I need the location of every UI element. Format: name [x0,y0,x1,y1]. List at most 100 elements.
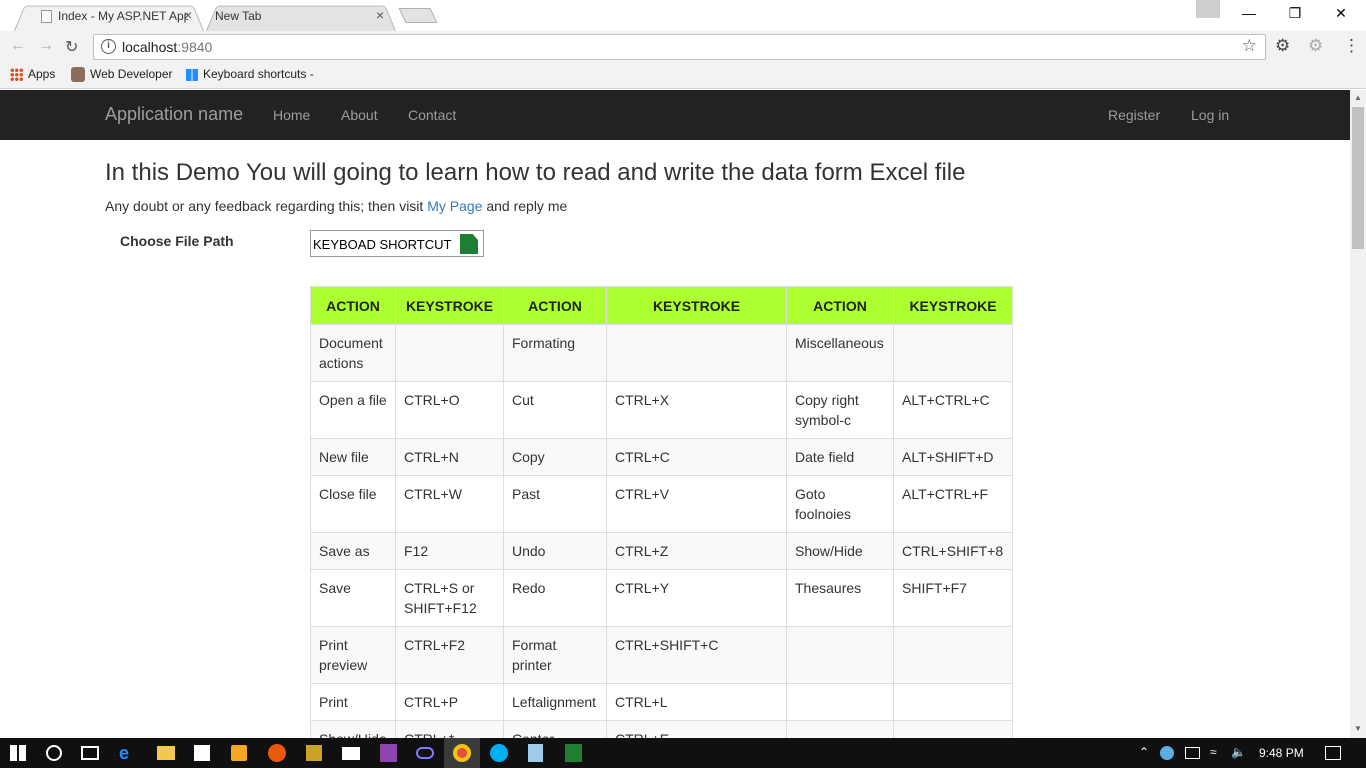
nav-login[interactable]: Log in [1191,107,1229,123]
show-hidden-icons-icon[interactable]: ⌃ [1139,745,1149,759]
table-cell [893,720,1013,738]
table-cell: Close file [310,475,396,533]
search-icon[interactable] [46,745,62,761]
bookmark-star-icon[interactable]: ☆ [1242,36,1257,56]
task-view-icon[interactable] [81,746,99,760]
bookmarks-bar: Apps Web Developer Keyboard shortcuts - [0,63,1366,89]
extension-icon[interactable]: ⚙ [1308,36,1323,56]
skype-icon[interactable] [490,744,508,762]
firefox-icon[interactable] [268,744,286,762]
table-cell [893,626,1013,684]
table-cell: CTRL+Y [606,569,787,627]
apps-icon [10,68,23,82]
minimize-icon[interactable]: — [1226,0,1272,28]
tab-active[interactable]: Index - My ASP.NET Appl × [14,2,204,32]
table-cell: CTRL+O [395,381,504,439]
table-row: New file CTRL+N Copy CTRL+C Date field ALT+SH… [310,438,1013,476]
table-cell: Show/Hide [786,532,894,570]
bookmark-apps[interactable]: Apps [10,67,55,82]
battery-icon[interactable] [1185,747,1200,759]
table-cell: Goto foolnoies [786,475,894,533]
volume-icon[interactable]: 🔈 [1231,745,1246,759]
table-cell: Copy [503,438,607,476]
excel-file-icon [460,234,478,254]
info-icon[interactable]: i [101,39,116,54]
table-row: Print CTRL+P Leftalignment CTRL+L [310,683,1013,721]
table-cell: CTRL+C [606,438,787,476]
column-header: ACTION [310,286,396,325]
edge-icon[interactable]: e [119,743,139,763]
scroll-up-icon[interactable]: ▲ [1354,93,1362,102]
browser-toolbar: ← → ↻ i localhost:9840 ☆ ⚙ ⚙ ⋮ [0,31,1366,63]
table-row: Show/HideCTRL+*CenterCTRL+E [310,720,1013,738]
forward-icon[interactable]: → [38,37,54,55]
column-header: ACTION [786,286,894,325]
avatar-icon [71,67,85,83]
wifi-icon[interactable]: ≈ [1210,745,1217,759]
network-drive-icon[interactable] [1160,746,1174,760]
bookmark-keyboard-shortcuts[interactable]: Keyboard shortcuts - [186,67,314,81]
file-explorer-icon[interactable] [157,746,175,760]
table-row: Save CTRL+S or SHIFT+F12 Redo CTRL+Y Thesaur… [310,569,1013,627]
table-cell: CTRL+L [606,683,787,721]
scrollbar-thumb[interactable] [1352,107,1364,249]
table-cell: Format printer [503,626,607,684]
nav-contact[interactable]: Contact [408,107,456,123]
table-cell: CTRL+W [395,475,504,533]
tab-new-tab[interactable]: New Tab × [206,2,396,32]
shortcuts-table: ACTION KEYSTROKE ACTION KEYSTROKE ACTION… [310,286,1013,738]
start-icon[interactable] [10,745,26,761]
store-icon[interactable] [194,745,210,761]
file-path-input[interactable]: KEYBOAD SHORTCUT [310,230,484,257]
nav-register[interactable]: Register [1108,107,1160,123]
table-cell: Center [503,720,607,738]
url-text: localhost:9840 [122,39,213,55]
file-path-value: KEYBOAD SHORTCUT [313,237,452,252]
profile-icon[interactable] [1196,0,1220,18]
notifications-icon[interactable] [1325,746,1341,760]
column-header: KEYSTROKE [395,286,504,325]
notepad-icon[interactable] [528,744,543,762]
table-cell: Open a file [310,381,396,439]
table-cell: Miscellaneous [786,324,894,382]
table-row: Open a file CTRL+O Cut CTRL+X Copy right sym… [310,381,1013,439]
scroll-down-icon[interactable]: ▼ [1354,724,1362,733]
tools-icon[interactable] [306,745,322,761]
column-header: KEYSTROKE [606,286,787,325]
visual-studio-icon[interactable] [380,744,397,762]
table-cell [395,324,504,382]
nav-about[interactable]: About [341,107,378,123]
excel-icon[interactable] [565,744,582,762]
infinity-app-icon[interactable] [416,747,434,759]
table-cell: ALT+CTRL+C [893,381,1013,439]
bookmark-web-developer[interactable]: Web Developer [71,67,173,83]
page-scrollbar[interactable]: ▲ ▼ [1350,90,1366,738]
brand-link[interactable]: Application name [105,104,243,125]
table-cell: Redo [503,569,607,627]
mail-icon[interactable] [342,747,360,760]
back-icon[interactable]: ← [10,37,26,55]
media-player-icon[interactable] [231,745,247,761]
menu-icon[interactable]: ⋮ [1343,36,1360,56]
table-cell [893,683,1013,721]
tab-close-icon[interactable]: × [376,7,384,23]
chrome-icon[interactable] [453,744,471,762]
table-cell: Date field [786,438,894,476]
my-page-link[interactable]: My Page [427,198,482,214]
nav-home[interactable]: Home [273,107,310,123]
tab-close-icon[interactable]: × [184,7,192,23]
intro-text: Any doubt or any feedback regarding this… [105,198,568,214]
extension-gear-icon[interactable]: ⚙ [1275,36,1290,56]
table-cell: F12 [395,532,504,570]
table-cell: CTRL+X [606,381,787,439]
restore-icon[interactable]: ❐ [1272,0,1318,28]
address-bar[interactable]: i localhost:9840 ☆ [93,34,1266,60]
table-cell: Document actions [310,324,396,382]
new-tab-button[interactable] [398,8,438,23]
reload-icon[interactable]: ↻ [65,37,78,57]
clock[interactable]: 9:48 PM [1259,746,1304,760]
close-window-icon[interactable]: ✕ [1318,0,1364,28]
table-row: Document actions Formating Miscellaneous [310,324,1013,382]
table-cell: CTRL+Z [606,532,787,570]
table-body: Document actions Formating Miscellaneous Op… [310,324,1013,738]
